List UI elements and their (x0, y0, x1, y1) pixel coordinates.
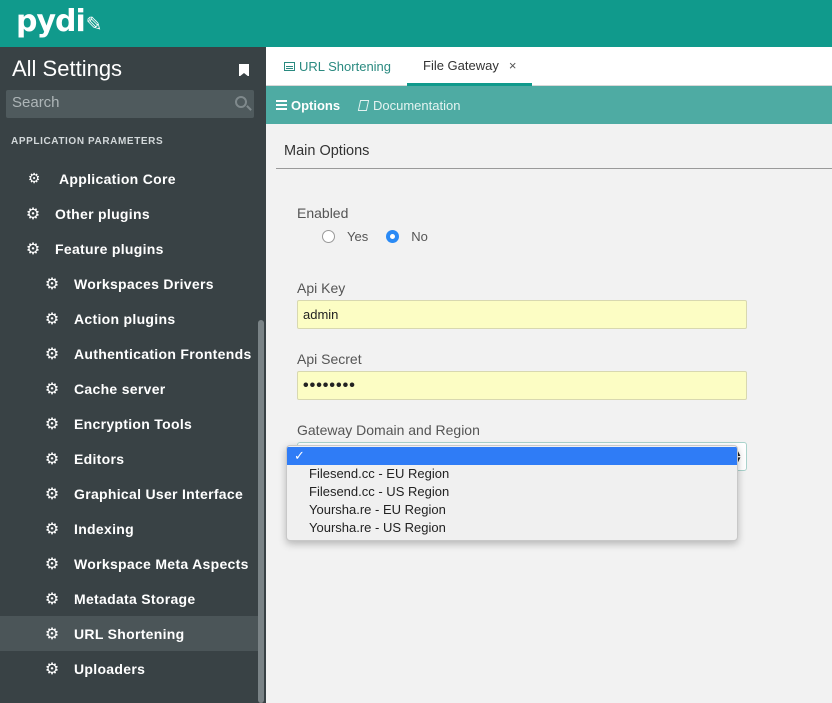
dropdown-option[interactable]: Filesend.cc - US Region (287, 483, 737, 501)
radio-no[interactable] (386, 230, 400, 243)
cogs-icon: ⚙ (27, 170, 41, 186)
divider (276, 168, 832, 169)
gear-icon: ⚙ (44, 275, 60, 293)
sidebar-scrollbar[interactable] (258, 320, 264, 703)
api-secret-label: Api Secret (297, 351, 362, 367)
tab-url-shortening[interactable]: URL Shortening (284, 47, 391, 86)
radio-no-label: No (411, 229, 428, 244)
options-label: Options (291, 97, 341, 113)
main-panel: Main Options Enabled Yes No Api Key Api … (276, 124, 832, 703)
gear-icon: ⚙ (44, 520, 60, 538)
gear-icon: ⚙ (44, 310, 60, 328)
documentation-button[interactable]: Documentation (357, 86, 461, 124)
sidebar-item-uploaders[interactable]: ⚙ Uploaders (0, 651, 260, 686)
bookmark-icon[interactable] (239, 64, 249, 77)
enabled-radio-group: Yes No (322, 229, 446, 244)
sidebar-item-indexing[interactable]: ⚙ Indexing (0, 511, 260, 546)
gear-icon: ⚙ (44, 345, 60, 363)
sidebar-item-application-core[interactable]: ⚙ Application Core (0, 161, 260, 196)
sidebar-item-label: Workspace Meta Aspects (74, 555, 249, 572)
close-icon[interactable]: × (509, 58, 517, 73)
gear-icon: ⚙ (44, 415, 60, 433)
section-title: Main Options (284, 143, 370, 159)
sidebar-item-label: Editors (74, 450, 125, 467)
sidebar-item-editors[interactable]: ⚙ Editors (0, 441, 260, 476)
dropdown-option[interactable]: Yoursha.re - EU Region (287, 501, 737, 519)
tab-label: URL Shortening (299, 59, 392, 74)
sidebar: All Settings APPLICATION PARAMETERS ⚙ Ap… (0, 47, 266, 703)
tab-file-gateway[interactable]: File Gateway × (407, 47, 533, 86)
sidebar-item-label: Authentication Frontends (74, 345, 252, 362)
options-button[interactable]: Options (276, 86, 340, 124)
api-key-label: Api Key (297, 280, 346, 296)
sidebar-item-graphical-user-interface[interactable]: ⚙ Graphical User Interface (0, 476, 260, 511)
sidebar-title: All Settings (12, 56, 123, 81)
sidebar-item-label: Cache server (74, 380, 166, 397)
gear-icon: ⚙ (44, 450, 60, 468)
top-bar: pydi✎ (0, 0, 832, 47)
sidebar-item-label: Indexing (74, 520, 134, 537)
radio-yes[interactable] (322, 230, 335, 243)
app-logo[interactable]: pydi✎ (16, 4, 103, 39)
book-icon (357, 99, 370, 111)
search-icon[interactable] (235, 96, 247, 108)
radio-yes-label: Yes (347, 229, 369, 244)
sidebar-item-label: Action plugins (74, 310, 176, 327)
gear-icon: ⚙ (44, 660, 60, 678)
sidebar-item-workspace-meta-aspects[interactable]: ⚙ Workspace Meta Aspects (0, 546, 260, 581)
gear-icon: ⚙ (44, 380, 60, 398)
sidebar-item-other-plugins[interactable]: ⚙ Other plugins (0, 196, 260, 231)
dropdown-option-empty[interactable]: ✓ (287, 447, 737, 465)
sidebar-item-authentication-frontends[interactable]: ⚙ Authentication Frontends (0, 336, 260, 371)
gear-icon: ⚙ (44, 625, 60, 643)
sidebar-item-action-plugins[interactable]: ⚙ Action plugins (0, 301, 260, 336)
section-label: APPLICATION PARAMETERS (11, 136, 164, 147)
dropdown-option[interactable]: Yoursha.re - US Region (287, 519, 737, 537)
logo-text: pydi (16, 4, 86, 39)
tab-label: File Gateway (423, 57, 499, 73)
sidebar-item-cache-server[interactable]: ⚙ Cache server (0, 371, 260, 406)
sidebar-item-label: Feature plugins (55, 240, 164, 257)
sidebar-item-label: Graphical User Interface (74, 485, 244, 502)
sidebar-item-url-shortening[interactable]: ⚙ URL Shortening (0, 616, 260, 651)
api-key-input[interactable] (297, 300, 747, 329)
gear-icon: ⚙ (25, 240, 41, 258)
sidebar-item-label: Encryption Tools (74, 415, 193, 432)
search-box (6, 90, 254, 118)
sidebar-item-label: Metadata Storage (74, 590, 196, 607)
gear-icon: ⚙ (44, 485, 60, 503)
gateway-dropdown: ✓ Filesend.cc - EU Region Filesend.cc - … (286, 445, 738, 541)
sidebar-item-workspaces-drivers[interactable]: ⚙ Workspaces Drivers (0, 266, 260, 301)
gear-icon: ⚙ (44, 555, 60, 573)
gear-icon: ⚙ (44, 590, 60, 608)
sub-toolbar: Options Documentation (266, 86, 832, 124)
sidebar-item-label: Other plugins (55, 205, 150, 222)
sidebar-item-feature-plugins[interactable]: ⚙ Feature plugins (0, 231, 260, 266)
sidebar-item-label: Workspaces Drivers (74, 275, 214, 292)
api-secret-input[interactable]: •••••••• (297, 371, 747, 400)
enabled-label: Enabled (297, 205, 349, 221)
search-input[interactable] (12, 94, 222, 111)
list-icon (284, 62, 295, 71)
documentation-label: Documentation (373, 97, 461, 113)
gateway-label: Gateway Domain and Region (297, 422, 480, 438)
pen-icon: ✎ (85, 12, 103, 36)
gear-icon: ⚙ (25, 205, 41, 223)
sidebar-item-label: Application Core (59, 170, 176, 187)
dropdown-option[interactable]: Filesend.cc - EU Region (287, 465, 737, 483)
tab-bar: URL Shortening File Gateway × (266, 47, 832, 86)
sidebar-item-label: URL Shortening (74, 625, 185, 642)
bars-icon (276, 104, 287, 106)
sidebar-item-metadata-storage[interactable]: ⚙ Metadata Storage (0, 581, 260, 616)
sidebar-item-label: Uploaders (74, 660, 146, 677)
sidebar-item-encryption-tools[interactable]: ⚙ Encryption Tools (0, 406, 260, 441)
